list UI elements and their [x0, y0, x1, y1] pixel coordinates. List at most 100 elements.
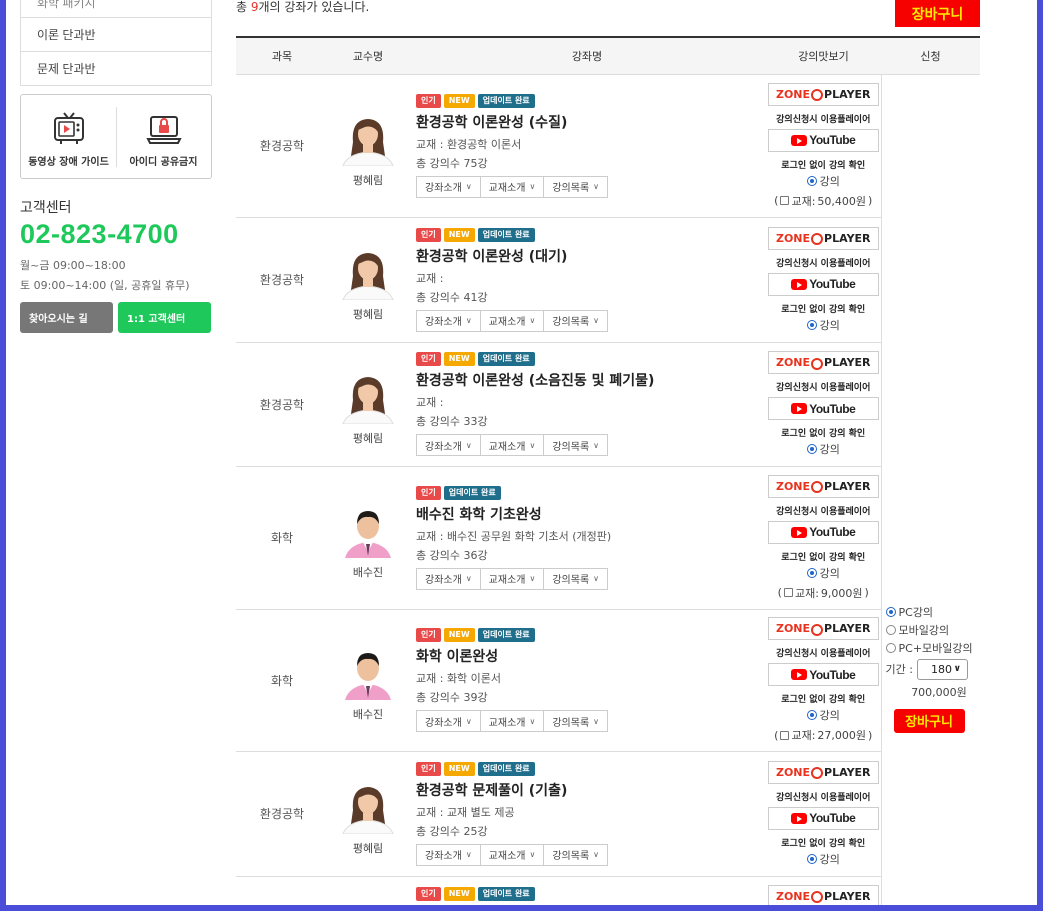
count-pre: 총: [236, 0, 251, 14]
textbook-option[interactable]: (교재: 9,000원): [766, 585, 881, 601]
option-both[interactable]: PC+모바일강의: [885, 639, 981, 657]
youtube-button[interactable]: YouTube: [767, 663, 879, 686]
textbook-intro-dropdown[interactable]: 교재소개 ∨: [479, 843, 545, 866]
chevron-down-icon: ∨: [593, 716, 600, 726]
professor-photo[interactable]: [339, 779, 397, 834]
zone-player-logo-text: ZONE: [775, 889, 811, 903]
youtube-button[interactable]: YouTube: [767, 128, 879, 152]
period-select[interactable]: 180 ∨: [916, 658, 968, 680]
lecture-radio[interactable]: 강의: [766, 707, 881, 723]
chevron-down-icon: ∨: [529, 316, 536, 325]
youtube-label: YouTube: [809, 811, 856, 825]
badge-hot: 인기: [416, 352, 441, 366]
lecture-radio[interactable]: 강의: [766, 851, 881, 867]
zone-player-button[interactable]: ZONE PLAYER: [767, 617, 879, 640]
badge-updated: 업데이트 완료: [477, 352, 535, 366]
zone-player-button[interactable]: ZONE PLAYER: [767, 226, 879, 250]
course-intro-dropdown[interactable]: 강좌소개 ∨: [416, 175, 481, 198]
professor-photo[interactable]: [339, 245, 397, 300]
professor-photo[interactable]: [339, 370, 397, 424]
badge-hot: 인기: [416, 761, 441, 776]
sidebar-item-chem-package[interactable]: 화학 패키지: [20, 0, 212, 18]
lecture-radio[interactable]: 강의: [766, 173, 881, 189]
table-row: 인기 NEW 업데이트 완료 강좌소개∨ 교재소개∨ 강의목록∨ ZONE PLA…: [236, 876, 980, 905]
lecture-radio[interactable]: 강의: [766, 441, 881, 457]
count-post: 개의 강좌가 있습니다.: [258, 0, 370, 14]
textbook-intro-dropdown[interactable]: 교재소개 ∨: [479, 434, 545, 456]
course-cell: 인기 NEW 업데이트 완료 환경공학 이론완성 (대기) 교재 : 총 강의수…: [408, 217, 766, 343]
cs-buttons: 찾아오시는 길 1:1 고객센터: [20, 302, 212, 333]
badge-updated: 업데이트 완료: [477, 886, 535, 901]
support-button[interactable]: 1:1 고객센터: [118, 302, 211, 333]
radio-icon: [806, 710, 817, 720]
textbook-price: 50,400원: [817, 194, 867, 208]
course-title[interactable]: 환경공학 이론완성 (수질): [416, 112, 766, 132]
lecture-list-dropdown[interactable]: 강의목록 ∨: [543, 434, 609, 456]
badges: 인기 NEW 업데이트 완료: [416, 352, 766, 366]
chevron-down-icon: ∨: [465, 440, 472, 450]
lecture-list-dropdown[interactable]: 강의목록 ∨: [543, 567, 609, 590]
youtube-button[interactable]: YouTube: [767, 806, 879, 830]
radio-icon: [806, 567, 817, 578]
course-title[interactable]: 환경공학 문제풀이 (기출): [416, 780, 766, 800]
radio-icon: [806, 175, 817, 186]
lecture-list-dropdown[interactable]: 강의목록 ∨: [543, 843, 609, 866]
zone-player-button[interactable]: ZONE PLAYER: [767, 351, 879, 374]
textbook-intro-dropdown[interactable]: 교재소개 ∨: [479, 309, 545, 332]
textbook-intro-dropdown[interactable]: 교재소개 ∨: [479, 710, 545, 732]
course-intro-dropdown[interactable]: 강좌소개 ∨: [416, 309, 481, 332]
professor-photo[interactable]: [339, 111, 397, 166]
no-id-share-link[interactable]: 아이디 공유금지: [116, 95, 211, 178]
course-intro-dropdown[interactable]: 강좌소개 ∨: [416, 567, 481, 590]
textbook-option[interactable]: (교재: 27,000원): [766, 727, 881, 743]
zone-player-button[interactable]: ZONE PLAYER: [767, 884, 879, 905]
player-note: 강의신청시 이용플레이어: [776, 383, 871, 393]
badges: 인기 업데이트 완료: [416, 485, 766, 500]
radio-icon: [885, 624, 896, 635]
add-to-cart-button[interactable]: 장바구니: [893, 708, 965, 733]
zone-player-button[interactable]: ZONE PLAYER: [767, 760, 879, 784]
youtube-button[interactable]: YouTube: [767, 272, 879, 296]
course-intro-dropdown[interactable]: 강좌소개 ∨: [416, 710, 481, 732]
professor-name: 배수진: [352, 708, 384, 721]
professor-photo[interactable]: [339, 503, 397, 558]
sidebar-item-problem[interactable]: 문제 단과반: [20, 52, 212, 86]
course-title[interactable]: 환경공학 이론완성 (대기): [416, 246, 766, 266]
youtube-button[interactable]: YouTube: [767, 397, 879, 420]
zone-player-button[interactable]: ZONE PLAYER: [767, 474, 879, 498]
zone-player-logo-text-2: PLAYER: [824, 356, 871, 369]
course-intro-dropdown[interactable]: 강좌소개 ∨: [416, 843, 481, 866]
option-mobile[interactable]: 모바일강의: [885, 621, 981, 639]
course-cell: 인기 업데이트 완료 배수진 화학 기초완성 교재 : 배수진 공무원 화학 기…: [408, 466, 766, 610]
badges: 인기 NEW 업데이트 완료: [416, 628, 766, 642]
radio-icon: [885, 606, 896, 617]
textbook-intro-dropdown[interactable]: 교재소개 ∨: [479, 567, 545, 590]
subject-cell: [236, 876, 328, 905]
lecture-list-dropdown[interactable]: 강의목록 ∨: [543, 309, 609, 332]
option-pc[interactable]: PC강의: [885, 603, 981, 621]
lecture-radio[interactable]: 강의: [766, 565, 881, 581]
player-note: 강의신청시 이용플레이어: [776, 114, 871, 125]
textbook-option[interactable]: (교재: 50,400원): [766, 193, 881, 209]
lecture-radio[interactable]: 강의: [766, 317, 881, 333]
zone-player-button[interactable]: ZONE PLAYER: [767, 82, 879, 106]
lecture-list-dropdown[interactable]: 강의목록 ∨: [543, 710, 609, 732]
professor-photo[interactable]: [339, 646, 397, 700]
header-apply: 신청: [881, 37, 980, 75]
course-title[interactable]: 환경공학 이론완성 (소음진동 및 폐기물): [416, 370, 766, 390]
lecture-list-dropdown[interactable]: 강의목록 ∨: [543, 175, 609, 198]
cart-button-top[interactable]: 장바구니: [895, 0, 980, 27]
course-title[interactable]: 화학 이론완성: [416, 646, 766, 666]
course-intro-dropdown[interactable]: 강좌소개 ∨: [416, 434, 481, 456]
directions-button[interactable]: 찾아오시는 길: [20, 302, 113, 333]
textbook-info: 교재 :: [416, 396, 444, 409]
sidebar-item-theory[interactable]: 이론 단과반: [20, 18, 212, 52]
video-guide-link[interactable]: 동영상 장애 가이드: [21, 95, 116, 178]
quick-links: 동영상 장애 가이드 아이디 공유금지: [20, 94, 212, 179]
course-title[interactable]: 배수진 화학 기초완성: [416, 504, 766, 524]
preview-cell: ZONE PLAYER 강의신청시 이용플레이어 YouTube 로그인 없이 강…: [766, 466, 881, 610]
chevron-down-icon: ∨: [465, 716, 472, 726]
lecture-radio-label: 강의: [819, 443, 840, 456]
youtube-button[interactable]: YouTube: [767, 520, 879, 544]
textbook-intro-dropdown[interactable]: 교재소개 ∨: [479, 175, 545, 198]
